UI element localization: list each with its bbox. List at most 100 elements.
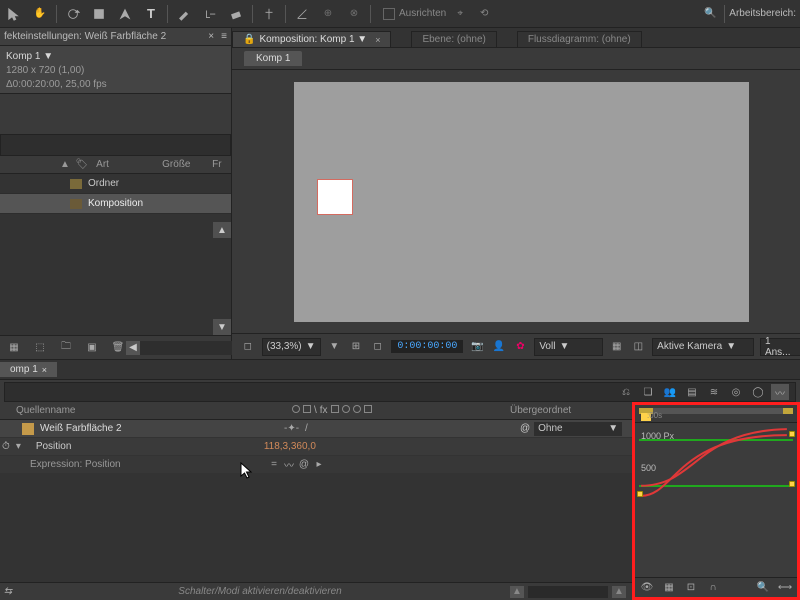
region-of-interest-icon[interactable]: ◫ <box>631 339 647 355</box>
position-value[interactable]: 118,3,360,0 <box>264 441 316 452</box>
timeline-tab[interactable]: omp 1 × <box>0 362 57 377</box>
parent-column[interactable]: Übergeordnet <box>500 405 632 416</box>
project-hscroll[interactable]: ◀ ▶ <box>126 341 246 355</box>
snap-icon[interactable]: ∩ <box>705 580 721 596</box>
rotate-tool-icon[interactable] <box>63 4 83 24</box>
timecode-display[interactable]: 0:00:00:00 <box>391 340 463 353</box>
comp-breadcrumb-item[interactable]: Komp 1 <box>244 51 302 66</box>
fit-all-icon[interactable]: ⟷ <box>777 580 793 596</box>
composition-canvas[interactable] <box>294 82 749 322</box>
shy-icon[interactable]: 👥 <box>661 384 679 400</box>
delete-icon[interactable]: 🗑 <box>110 340 126 356</box>
panel-close-icon[interactable]: × <box>205 31 217 42</box>
tab-close-icon[interactable]: × <box>375 35 380 45</box>
frame-blend-icon[interactable]: ▤ <box>683 384 701 400</box>
switch-icon[interactable] <box>342 405 350 413</box>
composition-viewport[interactable] <box>232 70 800 333</box>
show-channel-icon[interactable]: 👤 <box>491 339 507 355</box>
snap-options2-icon[interactable]: ⟲ <box>474 4 494 24</box>
switch-icon[interactable] <box>303 405 311 413</box>
project-item-composition[interactable]: Komposition <box>0 194 231 214</box>
resolution-dropdown[interactable]: Voll▼ <box>534 338 603 356</box>
switch-icon[interactable] <box>364 405 372 413</box>
expression-language-icon[interactable]: ▸ <box>313 459 325 471</box>
snapshot-icon[interactable]: 📷 <box>469 339 485 355</box>
layer-viewer-tab[interactable]: Ebene: (ohne) <box>411 31 496 47</box>
scroll-left-button[interactable]: ◀ <box>126 341 140 355</box>
graph-editor-icon[interactable]: 〰 <box>771 384 789 400</box>
camera-dropdown[interactable]: Aktive Kamera▼ <box>652 338 754 356</box>
zoom-slider[interactable] <box>528 586 608 598</box>
position-property-row[interactable]: ⏱ ▾ Position 118,3,360,0 <box>0 438 632 456</box>
scroll-down-button[interactable]: ▼ <box>213 319 231 335</box>
comp-viewer-tab[interactable]: 🔒 Komposition: Komp 1 ▼ × <box>232 31 391 47</box>
mask-toggle-icon[interactable]: ◻ <box>370 339 386 355</box>
puppet-tool-icon[interactable] <box>259 4 279 24</box>
layer-color-swatch[interactable] <box>22 423 34 435</box>
effect-controls-tab[interactable]: fekteinstellungen: Weiß Farbfläche 2 × ≡ <box>0 28 231 46</box>
clone-tool-icon[interactable] <box>200 4 220 24</box>
fit-icon[interactable]: 🔍 <box>755 580 771 596</box>
lock-icon[interactable]: 🔒 <box>243 34 255 45</box>
zoom-dropdown[interactable]: (33,3%)▼ <box>262 338 321 356</box>
project-search[interactable] <box>0 134 231 156</box>
pen-tool-icon[interactable] <box>115 4 135 24</box>
toggle-switches-icon[interactable]: ⇆ <box>0 584 16 600</box>
zoom-out-button[interactable]: ▲ <box>510 586 524 598</box>
shape-tool-icon[interactable] <box>89 4 109 24</box>
fr-column[interactable]: Fr <box>208 159 225 170</box>
white-solid-layer[interactable] <box>318 180 352 214</box>
project-item-folder[interactable]: Ordner <box>0 174 231 194</box>
expression-row[interactable]: Expression: Position = 〰 @ ▸ <box>0 456 632 474</box>
world-axis-icon[interactable]: ⊕ <box>318 4 338 24</box>
selection-tool-icon[interactable] <box>4 4 24 24</box>
text-tool-icon[interactable]: T <box>141 4 161 24</box>
transparency-grid-icon[interactable]: ▦ <box>609 339 625 355</box>
new-folder-icon[interactable]: 🗀 <box>58 340 74 356</box>
hand-tool-icon[interactable]: ✋ <box>30 4 50 24</box>
search-help-icon[interactable]: 🔍 <box>700 4 720 24</box>
color-management-icon[interactable]: ✿ <box>513 339 529 355</box>
panel-menu-icon[interactable]: ≡ <box>221 31 227 42</box>
expression-enable-icon[interactable]: = <box>268 459 280 471</box>
source-name-column[interactable]: Quellenname <box>0 405 280 416</box>
flowchart-tab[interactable]: Flussdiagramm: (ohne) <box>517 31 642 47</box>
stopwatch-icon[interactable]: ⏱ <box>2 441 10 452</box>
views-dropdown[interactable]: 1 Ans... <box>760 338 800 356</box>
resolution-half-icon[interactable]: ▼ <box>327 339 343 355</box>
parent-dropdown[interactable]: Ohne▼ <box>534 422 622 436</box>
snapping-toggle[interactable]: Ausrichten ⌖ ⟲ <box>383 4 494 24</box>
brainstorm-icon[interactable]: ◎ <box>727 384 745 400</box>
switch-icon[interactable] <box>331 405 339 413</box>
auto-keyframe-icon[interactable]: ◯ <box>749 384 767 400</box>
type-column[interactable]: Art <box>92 159 158 170</box>
graph-options-icon[interactable]: ▦ <box>661 580 677 596</box>
keyframe-start[interactable] <box>637 491 643 497</box>
comp-mini-flowchart-icon[interactable]: ⎌ <box>617 384 635 400</box>
grid-icon[interactable]: ⊞ <box>348 339 364 355</box>
new-comp-icon[interactable]: ▣ <box>84 340 100 356</box>
scroll-up-button[interactable]: ▲ <box>213 222 231 238</box>
size-column[interactable]: Größe <box>158 159 208 170</box>
work-area-end-handle[interactable] <box>783 408 793 414</box>
zoom-in-button[interactable]: ▲ <box>612 586 626 598</box>
brush-tool-icon[interactable] <box>174 4 194 24</box>
show-transform-box-icon[interactable]: ⊡ <box>683 580 699 596</box>
layer-name[interactable]: Weiß Farbfläche 2 <box>34 423 274 434</box>
local-axis-icon[interactable] <box>292 4 312 24</box>
workspace-switcher[interactable]: 🔍 Arbeitsbereich: <box>700 4 796 24</box>
expression-graph-icon[interactable]: 〰 <box>283 459 295 471</box>
twirl-icon[interactable]: ▾ <box>16 441 24 452</box>
show-props-icon[interactable]: 👁 <box>639 580 655 596</box>
snapping-checkbox[interactable] <box>383 8 395 20</box>
graph-time-ruler[interactable]: :00s <box>635 405 797 423</box>
footer-text[interactable]: Schalter/Modi aktivieren/deaktivieren <box>178 586 341 597</box>
eraser-tool-icon[interactable] <box>226 4 246 24</box>
always-preview-icon[interactable]: ◻ <box>240 339 256 355</box>
keyframe-end2[interactable] <box>789 431 795 437</box>
tag-column-icon[interactable]: ▲ 🏷 <box>56 159 92 170</box>
draft3d-icon[interactable]: ❏ <box>639 384 657 400</box>
motion-blur-icon[interactable]: ≋ <box>705 384 723 400</box>
layer-row[interactable]: Weiß Farbfläche 2 -✦- / @ Ohne▼ <box>0 420 632 438</box>
switch-icon[interactable] <box>353 405 361 413</box>
